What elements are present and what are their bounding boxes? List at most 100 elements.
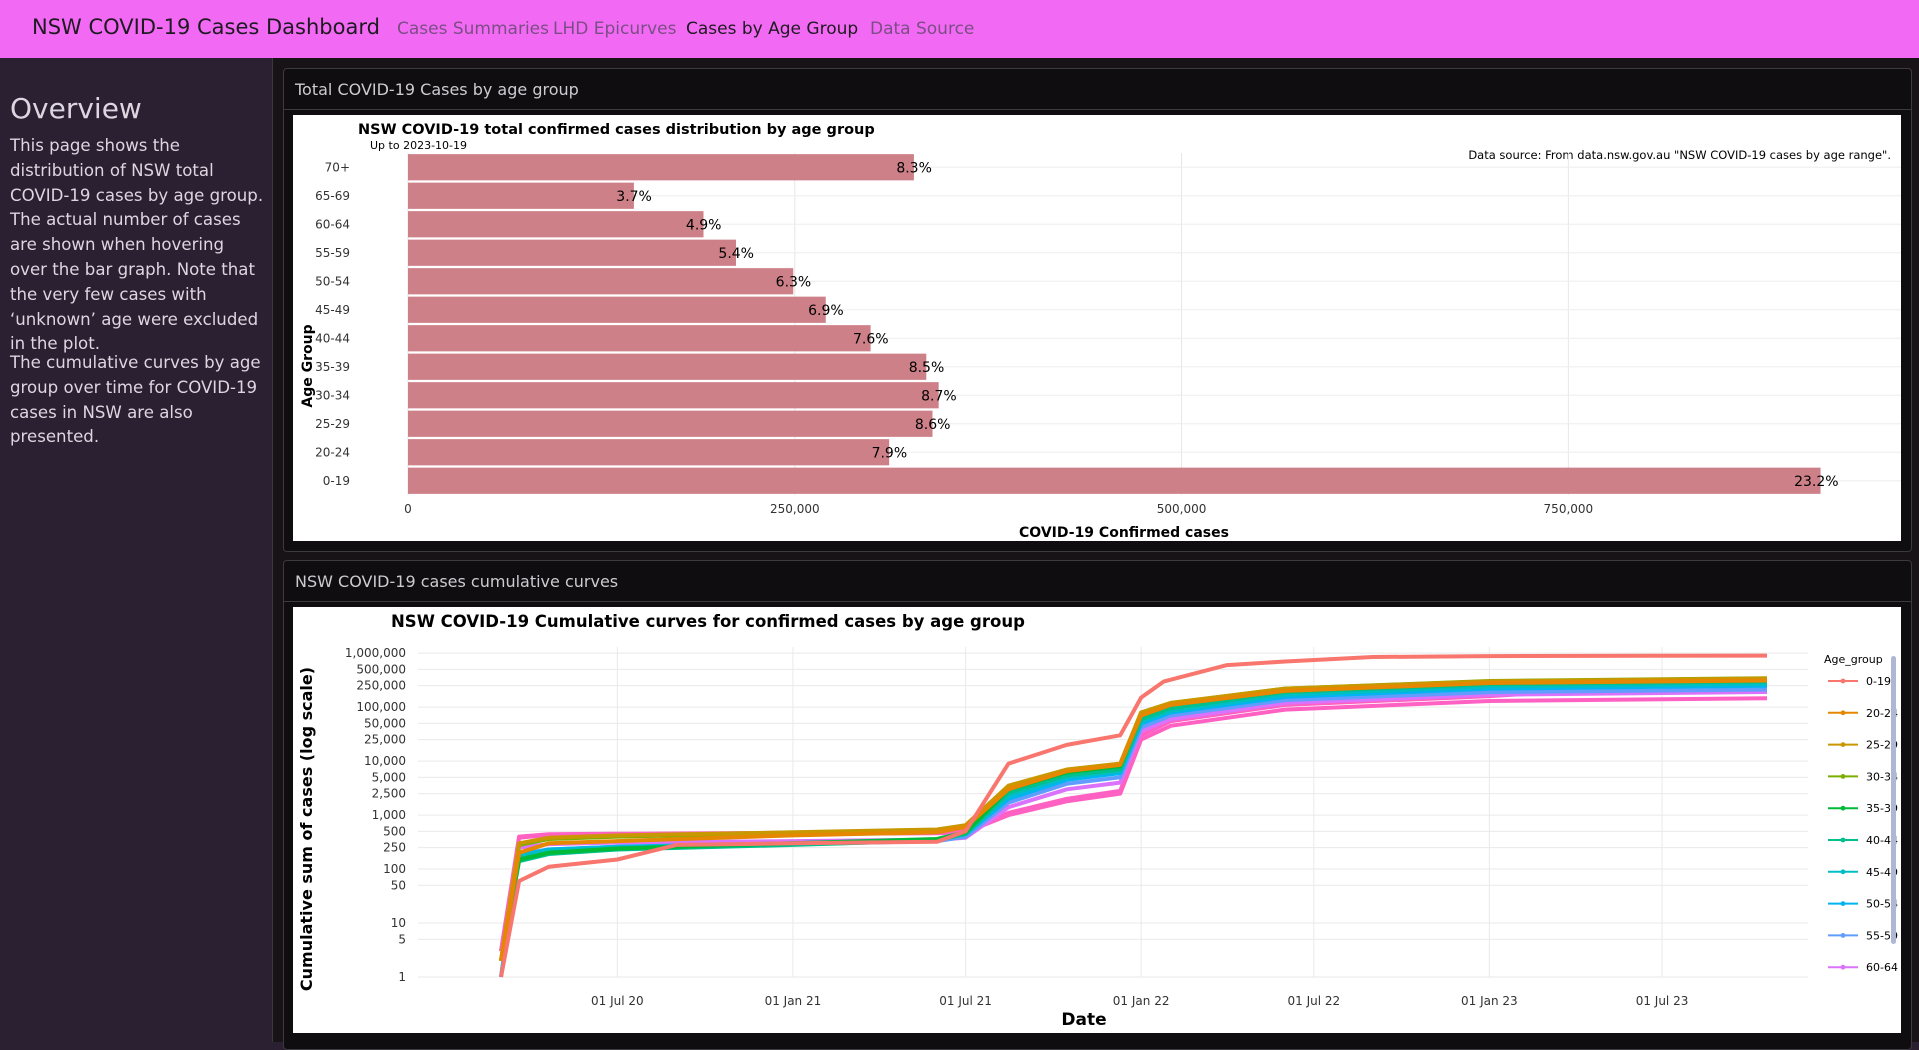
cumulative-chart-y-tick-label: 100 xyxy=(383,862,406,876)
cumulative-chart-legend-marker xyxy=(1840,678,1846,684)
cumulative-chart-y-tick-label: 50 xyxy=(391,878,406,892)
bar-chart-bar xyxy=(408,382,939,409)
cumulative-chart-legend-title: Age_group xyxy=(1824,653,1883,666)
bar-chart-bar xyxy=(408,353,927,380)
bar-chart-bar xyxy=(408,325,871,352)
bar-chart-y-tick-label: 20-24 xyxy=(315,445,350,459)
card-header: Total COVID-19 Cases by age group xyxy=(284,69,1911,110)
bar-chart-y-tick-label: 30-34 xyxy=(315,388,350,402)
nav-lhd-epicurves[interactable]: LHD Epicurves xyxy=(553,19,677,39)
nav-cases-by-age-group[interactable]: Cases by Age Group xyxy=(686,19,858,39)
bar-chart-x-tick-label: 0 xyxy=(404,502,412,516)
bar-chart-y-tick-label: 55-59 xyxy=(315,246,350,260)
cumulative-chart-y-tick-label: 2,500 xyxy=(372,787,406,801)
cumulative-chart-y-tick-label: 5,000 xyxy=(372,770,406,784)
cumulative-chart-y-tick-label: 1,000,000 xyxy=(345,646,406,660)
cumulative-chart-x-tick-label: 01 Jul 20 xyxy=(591,994,644,1008)
bar-chart-y-tick-label: 35-39 xyxy=(315,360,350,374)
cumulative-chart-x-tick-label: 01 Jan 21 xyxy=(765,994,822,1008)
cumulative-chart-card: NSW COVID-19 cases cumulative curves NSW… xyxy=(283,560,1912,1050)
bar-chart-data-label: 8.6% xyxy=(915,417,951,433)
bar-chart-bar xyxy=(408,239,736,266)
cumulative-chart-x-axis-label: Date xyxy=(1061,1010,1106,1030)
bar-chart-y-tick-label: 50-54 xyxy=(315,274,350,288)
bar-chart-x-tick-label: 750,000 xyxy=(1544,502,1594,516)
nav-cases-summaries[interactable]: Cases Summaries xyxy=(397,19,549,39)
cumulative-chart-legend-label: 0-19 xyxy=(1866,675,1891,688)
bar-chart-y-tick-label: 70+ xyxy=(325,160,350,174)
cumulative-chart-legend-marker xyxy=(1840,964,1846,970)
bar-chart-y-axis-label: Age Group xyxy=(300,324,316,407)
cumulative-chart-y-tick-label: 25,000 xyxy=(364,733,406,747)
bar-chart-bar xyxy=(408,296,826,323)
bar-chart-data-label: 4.9% xyxy=(686,217,722,233)
bar-chart-bar xyxy=(408,439,890,466)
sidebar: Overview This page shows the distributio… xyxy=(0,58,273,1042)
cumulative-chart-legend-label: 60-64 xyxy=(1866,961,1898,974)
cumulative-chart-legend-marker xyxy=(1840,869,1846,875)
cumulative-chart-x-tick-label: 01 Jul 22 xyxy=(1287,994,1340,1008)
bar-chart-data-label: 23.2% xyxy=(1794,474,1838,490)
bar-chart-x-tick-label: 250,000 xyxy=(770,502,820,516)
cumulative-chart-series-line xyxy=(499,678,1768,962)
bar-chart-bar xyxy=(408,467,1821,494)
cumulative-chart-x-tick-label: 01 Jan 22 xyxy=(1113,994,1170,1008)
nav-data-source[interactable]: Data Source xyxy=(870,19,974,39)
bar-chart[interactable]: NSW COVID-19 total confirmed cases distr… xyxy=(293,115,1901,541)
cumulative-chart-series-line xyxy=(499,676,1768,962)
cumulative-chart-legend-marker xyxy=(1840,901,1846,906)
cumulative-chart-area: NSW COVID-19 Cumulative curves for confi… xyxy=(293,607,1901,1033)
cumulative-chart-legend-marker xyxy=(1840,805,1846,811)
cumulative-chart-series-line xyxy=(499,676,1768,962)
cumulative-chart-y-tick-label: 500,000 xyxy=(356,662,406,676)
cumulative-chart-legend-marker xyxy=(1840,837,1846,843)
bar-chart-y-tick-label: 60-64 xyxy=(315,217,350,231)
bar-chart-data-label: 3.7% xyxy=(616,189,652,205)
cumulative-chart-y-axis-label: Cumulative sum of cases (log scale) xyxy=(297,667,316,991)
bar-chart-y-tick-label: 0-19 xyxy=(323,474,350,488)
bar-chart-y-tick-label: 25-29 xyxy=(315,417,350,431)
bar-chart-data-label: 6.3% xyxy=(776,274,812,290)
cumulative-chart-x-tick-label: 01 Jan 23 xyxy=(1461,994,1518,1008)
bar-chart-data-label: 7.6% xyxy=(853,331,889,347)
bar-chart-x-tick-label: 500,000 xyxy=(1157,502,1207,516)
card-title: NSW COVID-19 cases cumulative curves xyxy=(295,572,619,591)
cumulative-chart-y-tick-label: 10 xyxy=(391,916,406,930)
bar-chart-bar xyxy=(408,182,634,209)
cumulative-chart-series-line xyxy=(499,676,1768,962)
cumulative-chart-title: NSW COVID-19 Cumulative curves for confi… xyxy=(391,612,1025,631)
bar-chart-y-tick-label: 65-69 xyxy=(315,189,350,203)
sidebar-title: Overview xyxy=(10,92,142,125)
bar-chart-x-axis-label: COVID-19 Confirmed cases xyxy=(1019,525,1229,541)
cumulative-chart-y-tick-label: 250 xyxy=(383,841,406,855)
legend-scrollbar[interactable] xyxy=(1891,656,1896,944)
cumulative-chart-series-line xyxy=(499,653,1768,978)
cumulative-chart-y-tick-label: 5 xyxy=(398,932,406,946)
brand-title[interactable]: NSW COVID-19 Cases Dashboard xyxy=(32,15,380,39)
cumulative-chart-y-tick-label: 1,000 xyxy=(372,808,406,822)
cumulative-chart-x-tick-label: 01 Jul 23 xyxy=(1636,994,1689,1008)
bar-chart-source-annotation: Data source: From data.nsw.gov.au "NSW C… xyxy=(1468,148,1891,162)
cumulative-chart-legend-marker xyxy=(1840,710,1846,716)
bar-chart-data-label: 6.9% xyxy=(808,303,844,319)
bar-chart-data-label: 8.5% xyxy=(909,360,945,376)
cumulative-chart[interactable]: NSW COVID-19 Cumulative curves for confi… xyxy=(293,607,1901,1033)
cumulative-chart-y-tick-label: 250,000 xyxy=(356,679,406,693)
card-title: Total COVID-19 Cases by age group xyxy=(295,80,579,99)
bar-chart-data-label: 7.9% xyxy=(872,445,908,461)
cumulative-chart-legend-marker xyxy=(1840,774,1846,779)
sidebar-paragraph-2: The cumulative curves by age group over … xyxy=(10,353,261,447)
cumulative-chart-y-tick-label: 1 xyxy=(398,970,406,984)
bar-chart-card: Total COVID-19 Cases by age group NSW CO… xyxy=(283,68,1912,552)
bar-chart-data-label: 5.4% xyxy=(718,246,754,262)
bar-chart-area: NSW COVID-19 total confirmed cases distr… xyxy=(293,115,1901,541)
cumulative-chart-y-tick-label: 500 xyxy=(383,824,406,838)
bar-chart-data-label: 8.3% xyxy=(896,160,932,176)
bar-chart-bar xyxy=(408,211,704,238)
bar-chart-data-label: 8.7% xyxy=(921,388,957,404)
bar-chart-y-tick-label: 40-44 xyxy=(315,331,350,345)
cumulative-chart-legend-marker xyxy=(1840,933,1846,938)
cumulative-chart-y-tick-label: 50,000 xyxy=(364,716,406,730)
cumulative-chart-y-tick-label: 10,000 xyxy=(364,754,406,768)
bar-chart-bar xyxy=(408,410,933,437)
